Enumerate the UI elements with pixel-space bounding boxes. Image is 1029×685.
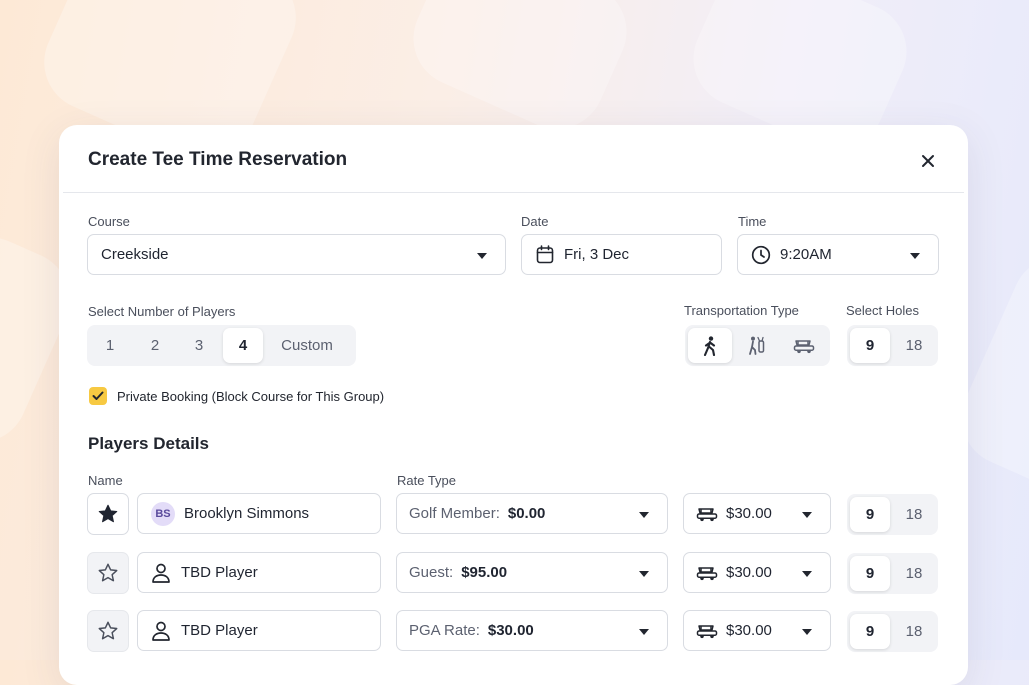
close-button[interactable]	[917, 150, 939, 172]
row-holes-option-9[interactable]: 9	[850, 497, 890, 532]
chevron-down-icon	[802, 629, 812, 635]
avatar: BS	[151, 501, 175, 526]
players-count-segmented: 1 2 3 4 Custom	[87, 325, 356, 366]
calendar-icon	[536, 245, 554, 264]
date-value: Fri, 3 Dec	[564, 246, 630, 263]
row-holes-option-9[interactable]: 9	[850, 556, 890, 591]
row-holes-option-18[interactable]: 18	[893, 614, 935, 649]
course-label: Course	[88, 214, 130, 229]
row-holes-option-9[interactable]: 9	[850, 614, 890, 649]
background-shape	[398, 0, 642, 145]
row-holes-option-18[interactable]: 18	[893, 556, 935, 591]
players-option-3[interactable]: 3	[181, 328, 217, 363]
cart-price: $30.00	[726, 564, 772, 581]
favorite-toggle[interactable]	[87, 552, 129, 594]
golf-cart-icon	[696, 507, 718, 521]
player-name: TBD Player	[181, 622, 258, 639]
rate-type-value: $95.00	[461, 564, 508, 581]
rate-type-select[interactable]: Golf Member: $0.00	[396, 493, 668, 534]
clock-icon	[751, 245, 771, 264]
transport-walk[interactable]	[688, 328, 732, 363]
date-label: Date	[521, 214, 549, 229]
modal-title: Create Tee Time Reservation	[88, 149, 348, 170]
player-name-field[interactable]: TBD Player	[137, 552, 381, 593]
chevron-down-icon	[802, 512, 812, 518]
checkmark-icon	[92, 391, 104, 400]
favorite-toggle[interactable]	[87, 493, 129, 535]
rate-type-value: $30.00	[487, 622, 534, 639]
players-option-custom[interactable]: Custom	[273, 328, 341, 363]
time-select[interactable]: 9:20AM	[737, 234, 939, 275]
row-holes-segmented: 9 18	[847, 494, 938, 535]
rate-type-value: $0.00	[507, 505, 546, 522]
transport-segmented	[685, 325, 830, 366]
transport-carry[interactable]	[735, 328, 779, 363]
private-booking-label: Private Booking (Block Course for This G…	[117, 389, 385, 404]
chevron-down-icon	[802, 571, 812, 577]
golf-bag-icon	[749, 336, 765, 355]
private-booking-checkbox[interactable]	[89, 387, 107, 405]
user-icon	[152, 621, 170, 641]
golf-cart-icon	[793, 339, 815, 353]
chevron-down-icon	[477, 253, 487, 259]
cart-select[interactable]: $30.00	[683, 610, 831, 651]
name-column-header: Name	[88, 473, 123, 488]
holes-option-9[interactable]: 9	[850, 328, 890, 363]
rate-type-label: Golf Member:	[409, 505, 500, 522]
players-option-4[interactable]: 4	[223, 328, 263, 363]
favorite-toggle[interactable]	[87, 610, 129, 652]
time-label: Time	[738, 214, 767, 229]
player-name: TBD Player	[181, 564, 258, 581]
cart-price: $30.00	[726, 505, 772, 522]
player-name: Brooklyn Simmons	[184, 505, 310, 522]
transport-label: Transportation Type	[684, 303, 799, 318]
golf-cart-icon	[696, 624, 718, 638]
chevron-down-icon	[639, 629, 649, 635]
modal-header: Create Tee Time Reservation	[59, 125, 968, 193]
cart-price: $30.00	[726, 622, 772, 639]
players-count-label: Select Number of Players	[88, 304, 236, 319]
rate-type-select[interactable]: PGA Rate: $30.00	[396, 610, 668, 651]
row-holes-option-18[interactable]: 18	[893, 497, 935, 532]
date-picker[interactable]: Fri, 3 Dec	[521, 234, 722, 275]
rate-column-header: Rate Type	[397, 473, 457, 488]
players-option-2[interactable]: 2	[137, 328, 173, 363]
rate-type-label: PGA Rate:	[409, 622, 480, 639]
rate-type-label: Guest:	[409, 564, 454, 581]
time-value: 9:20AM	[780, 246, 832, 263]
reservation-modal: Create Tee Time Reservation Course Creek…	[59, 125, 968, 685]
players-option-1[interactable]: 1	[92, 328, 128, 363]
row-holes-segmented: 9 18	[847, 611, 938, 652]
row-holes-segmented: 9 18	[847, 553, 938, 594]
golf-cart-icon	[696, 566, 718, 580]
rate-type-select[interactable]: Guest: $95.00	[396, 552, 668, 593]
holes-option-18[interactable]: 18	[893, 328, 935, 363]
star-outline-icon	[98, 621, 118, 640]
course-select[interactable]: Creekside	[87, 234, 506, 275]
course-value: Creekside	[101, 246, 169, 263]
chevron-down-icon	[639, 571, 649, 577]
transport-cart[interactable]	[782, 328, 826, 363]
header-divider	[63, 192, 964, 193]
chevron-down-icon	[910, 253, 920, 259]
walking-icon	[703, 335, 716, 356]
cart-select[interactable]: $30.00	[683, 493, 831, 534]
star-filled-icon	[98, 504, 118, 523]
user-icon	[152, 563, 170, 583]
cart-select[interactable]: $30.00	[683, 552, 831, 593]
players-details-title: Players Details	[88, 434, 209, 453]
player-name-field[interactable]: TBD Player	[137, 610, 381, 651]
chevron-down-icon	[639, 512, 649, 518]
holes-label: Select Holes	[846, 303, 919, 318]
close-icon	[922, 155, 934, 167]
star-outline-icon	[98, 563, 118, 582]
holes-segmented: 9 18	[847, 325, 938, 366]
player-name-field[interactable]: BS Brooklyn Simmons	[137, 493, 381, 534]
